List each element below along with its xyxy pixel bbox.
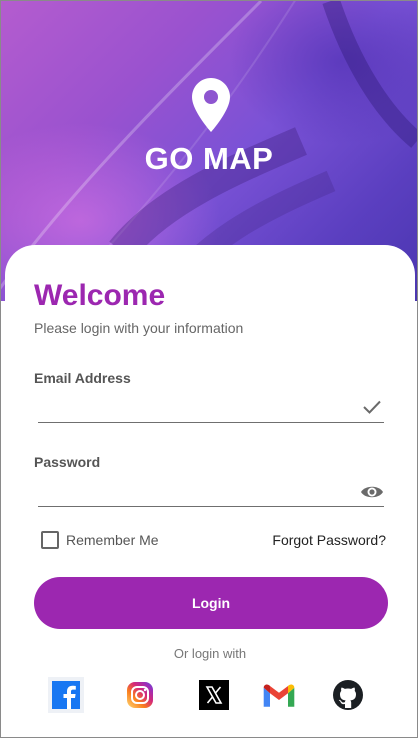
location-pin-icon	[192, 78, 230, 132]
welcome-subtitle: Please login with your information	[34, 320, 244, 336]
remember-me-checkbox[interactable]	[41, 531, 59, 549]
email-field[interactable]	[38, 395, 360, 423]
app-title: GO MAP	[144, 141, 274, 176]
password-label: Password	[34, 454, 101, 470]
instagram-icon[interactable]	[122, 677, 158, 713]
login-button[interactable]: Login	[34, 577, 388, 629]
eye-icon[interactable]	[360, 483, 384, 501]
forgot-password-link[interactable]: Forgot Password?	[272, 532, 386, 548]
password-underline	[38, 506, 384, 507]
password-field[interactable]	[38, 479, 360, 507]
email-underline	[38, 422, 384, 423]
login-screen: GO MAP Welcome Please login with your in…	[0, 0, 418, 738]
or-login-with-label: Or login with	[173, 646, 247, 661]
welcome-heading: Welcome	[34, 279, 166, 312]
remember-me-label[interactable]: Remember Me	[66, 532, 159, 548]
facebook-icon[interactable]	[48, 677, 84, 713]
check-icon	[363, 400, 381, 414]
gmail-icon[interactable]	[261, 677, 297, 713]
email-label: Email Address	[34, 370, 131, 386]
github-icon[interactable]	[330, 677, 366, 713]
x-icon[interactable]	[196, 677, 232, 713]
